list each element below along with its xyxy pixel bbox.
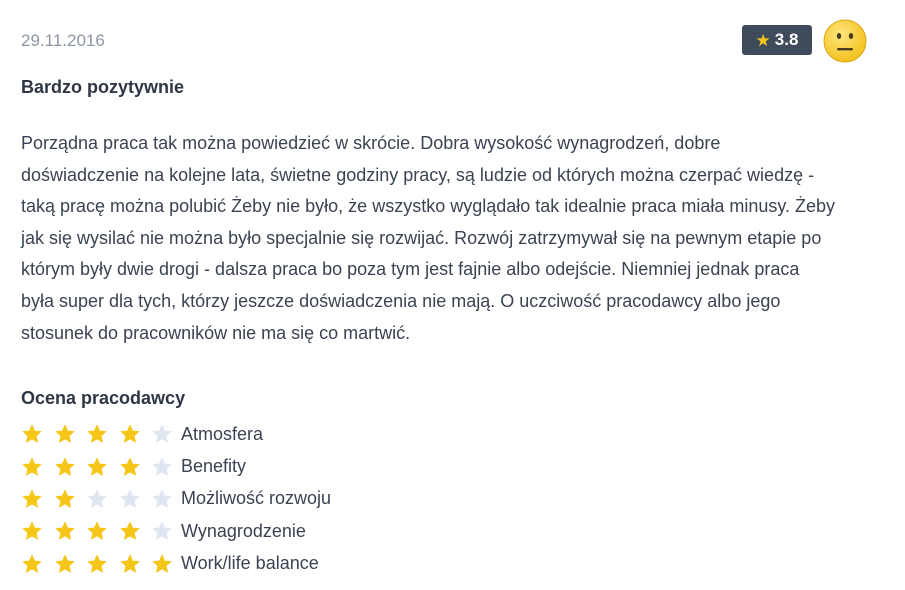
review-title: Bardzo pozytywnie (21, 77, 185, 97)
rating-row: Możliwość rozwoju (21, 483, 331, 515)
star-empty-icon (151, 423, 173, 445)
star-rating (21, 553, 181, 575)
review-body-line: była super dla tych, którzy jeszcze dośw… (21, 290, 781, 311)
star-empty-icon (151, 488, 173, 510)
star-filled-icon (86, 423, 108, 445)
star-filled-icon (54, 423, 76, 445)
star-rating (21, 423, 181, 445)
star-filled-icon (151, 553, 173, 575)
star-filled-icon (119, 553, 141, 575)
star-empty-icon (86, 488, 108, 510)
rating-row: Wynagrodzenie (21, 515, 331, 547)
review-date: 29.11.2016 (21, 31, 105, 50)
rating-label: Wynagrodzenie (181, 520, 306, 541)
rating-label: Work/life balance (181, 553, 319, 574)
star-filled-icon (21, 553, 43, 575)
rating-label: Możliwość rozwoju (181, 488, 332, 509)
rating-label: Atmosfera (181, 423, 264, 444)
employer-rating-title: Ocena pracodawcy (21, 388, 186, 408)
rating-row: Benefity (21, 450, 331, 482)
star-filled-icon (119, 423, 141, 445)
employer-rating-list: Atmosfera Benefity Możliwość rozwoju Wyn… (21, 418, 331, 580)
star-empty-icon (151, 456, 173, 478)
star-empty-icon (151, 520, 173, 542)
star-filled-icon (54, 456, 76, 478)
review-body: Porządna praca tak można powiedzieć w sk… (21, 128, 871, 349)
star-filled-icon (21, 488, 43, 510)
overall-rating-badge: ★ 3.8 (742, 25, 812, 55)
neutral-face-icon (823, 19, 867, 63)
star-rating (21, 488, 181, 510)
review-body-line: stosunek do pracowników nie ma się co ma… (21, 322, 411, 343)
star-filled-icon (86, 553, 108, 575)
star-filled-icon (54, 553, 76, 575)
overall-rating-value: 3.8 (774, 30, 799, 49)
review-body-line: doświadczenie na kolejne lata, świetne g… (21, 164, 815, 185)
star-icon: ★ (755, 30, 771, 50)
star-filled-icon (54, 520, 76, 542)
review-body-line: taką pracę można polubić Żeby nie było, … (21, 196, 836, 217)
star-filled-icon (119, 456, 141, 478)
star-filled-icon (54, 488, 76, 510)
star-filled-icon (86, 520, 108, 542)
review-body-line: Porządna praca tak można powiedzieć w sk… (21, 133, 721, 153)
star-filled-icon (119, 520, 141, 542)
star-rating (21, 520, 181, 542)
review-body-line: którym były dwie drogi - dalsza praca bo… (21, 259, 800, 280)
review-body-line: jak się wysilać nie można było specjalni… (21, 227, 822, 248)
star-filled-icon (21, 456, 43, 478)
rating-row: Work/life balance (21, 548, 331, 580)
star-filled-icon (21, 423, 43, 445)
rating-label: Benefity (181, 456, 247, 477)
star-rating (21, 456, 181, 478)
star-filled-icon (21, 520, 43, 542)
star-empty-icon (119, 488, 141, 510)
rating-row: Atmosfera (21, 418, 331, 450)
review-card: 29.11.2016 ★ 3.8 Bardzo pozytywnie Porzą… (21, 0, 881, 590)
star-filled-icon (86, 456, 108, 478)
